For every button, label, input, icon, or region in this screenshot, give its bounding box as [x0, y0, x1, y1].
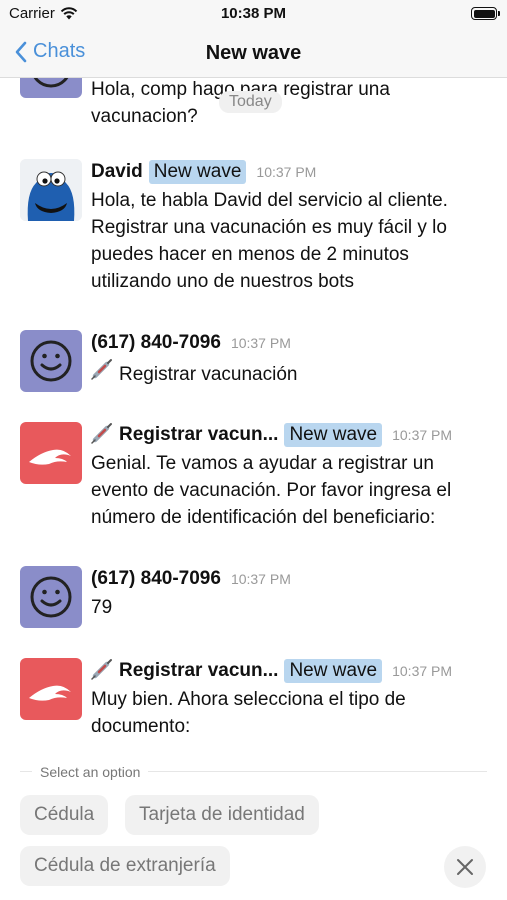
- message-text: Hola, comp hago para registrar una vacun…: [91, 79, 390, 127]
- smiley-avatar[interactable]: [20, 330, 82, 392]
- message-header: Registrar vacun... New wave 10:37 PM: [91, 422, 491, 448]
- status-bar: Carrier 10:38 PM: [0, 0, 507, 30]
- wave-logo-icon: [29, 449, 71, 465]
- smiley-avatar: [20, 78, 82, 98]
- group-tag: New wave: [284, 659, 383, 683]
- option-cedula[interactable]: Cédula: [20, 795, 109, 835]
- smiley-icon: [30, 340, 72, 382]
- option-tarjeta-de-identidad[interactable]: Tarjeta de identidad: [125, 795, 319, 835]
- smiley-icon: [30, 576, 72, 618]
- sender-name: (617) 840-7096: [91, 332, 221, 353]
- message-header: (617) 840-7096 10:37 PM: [91, 330, 491, 356]
- group-tag: New wave: [284, 423, 383, 447]
- message-text: Genial. Te vamos a ayudar a registrar un…: [91, 453, 452, 528]
- battery-icon: [471, 7, 500, 20]
- smiley-avatar[interactable]: [20, 566, 82, 628]
- battery-fill: [473, 9, 495, 18]
- wave-logo-icon: [29, 685, 71, 701]
- message-text: 79: [91, 597, 113, 618]
- status-time: 10:38 PM: [220, 5, 287, 22]
- smiley-icon: [33, 78, 69, 88]
- nav-bar: Chats New wave: [0, 30, 507, 78]
- message-text: Muy bien. Ahora selecciona el tipo de do…: [91, 689, 406, 737]
- message-header: David New wave 10:37 PM: [91, 159, 491, 185]
- syringe-icon: [91, 658, 113, 685]
- sender-name: Registrar vacun...: [119, 660, 279, 681]
- message-time: 10:37 PM: [230, 335, 291, 351]
- options-label: Select an option: [32, 764, 149, 780]
- option-cedula-de-extranjeria[interactable]: Cédula de extranjería: [20, 846, 230, 886]
- chat-title: New wave: [205, 42, 302, 64]
- cookie-monster-avatar[interactable]: [20, 159, 82, 221]
- wave-logo-avatar[interactable]: [20, 658, 82, 720]
- group-tag: New wave: [148, 160, 247, 184]
- message-text: Registrar vacunación: [119, 364, 298, 385]
- sender-name: (617) 840-7096: [91, 568, 221, 589]
- close-options-button[interactable]: [444, 846, 486, 888]
- message-time: 10:37 PM: [392, 663, 453, 679]
- message-header: (617) 840-7096 10:37 PM: [91, 566, 491, 592]
- message-text-row: Registrar vacunación: [91, 358, 491, 388]
- sender-name: David: [91, 161, 143, 182]
- sender-name: Registrar vacun...: [119, 424, 279, 445]
- cookie-monster-icon: [20, 159, 82, 221]
- message-text: Hola, te habla David del servicio al cli…: [91, 190, 448, 292]
- message-header: Registrar vacun... New wave 10:37 PM: [91, 658, 491, 684]
- close-icon: [457, 859, 473, 875]
- option-picker: Select an option Cédula Tarjeta de ident…: [0, 760, 507, 900]
- message-time: 10:37 PM: [256, 164, 317, 180]
- message-time: 10:37 PM: [230, 571, 291, 587]
- date-separator: Today: [219, 91, 282, 113]
- syringe-icon: [91, 422, 113, 449]
- syringe-icon: [91, 358, 113, 388]
- message-time: 10:37 PM: [392, 427, 453, 443]
- chat-history[interactable]: Hola, comp hago para registrar una vacun…: [0, 78, 507, 760]
- wave-logo-avatar[interactable]: [20, 422, 82, 484]
- battery-tip: [498, 11, 500, 16]
